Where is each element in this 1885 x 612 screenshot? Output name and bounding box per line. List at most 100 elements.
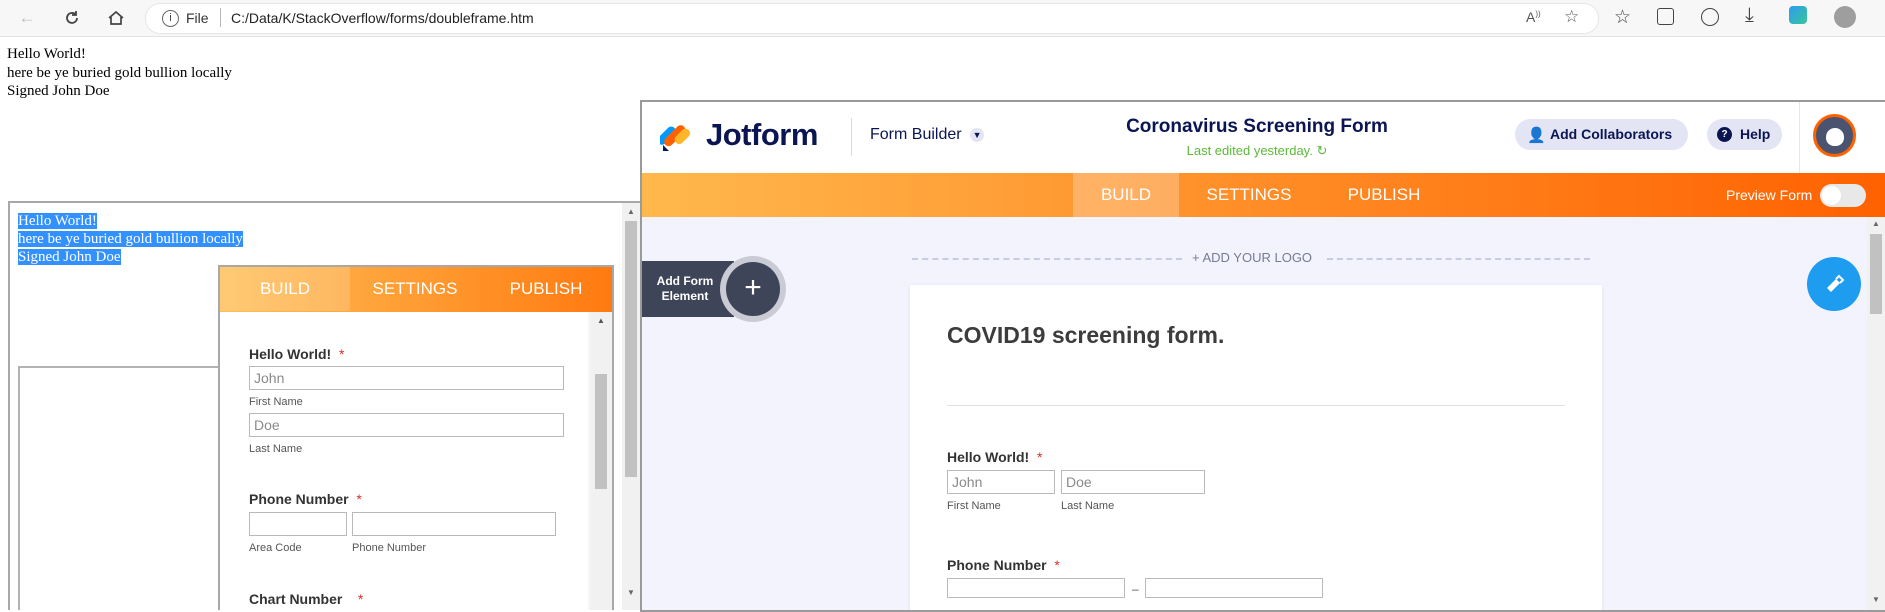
inner-chart-label: Chart Number *	[249, 591, 363, 607]
tab-publish[interactable]: PUBLISH	[1319, 173, 1449, 217]
page-line: Hello World!	[7, 46, 86, 62]
inner-scroll-thumb[interactable]	[595, 374, 607, 489]
browser-toolbar: ← i File C:/Data/K/StackOverflow/forms/d…	[0, 0, 1885, 37]
preview-form-toggle[interactable]	[1820, 184, 1866, 207]
file-label: File	[186, 10, 209, 26]
inner-phone-sublabel: Phone Number	[352, 542, 426, 554]
inner-phone-input[interactable]	[352, 512, 556, 536]
inner-area-code-sublabel: Area Code	[249, 542, 302, 554]
required-mark: *	[1054, 557, 1060, 573]
collections-icon[interactable]	[1657, 8, 1674, 25]
preview-form-label: Preview Form	[1726, 187, 1813, 203]
form-builder-dropdown[interactable]: Form Builder ▼	[870, 126, 985, 144]
required-mark: *	[356, 491, 362, 507]
inner-q1-label-text: Hello World!	[249, 346, 332, 362]
inner-last-name-sublabel: Last Name	[249, 443, 303, 455]
header-divider	[851, 118, 852, 156]
scroll-down-arrow-icon[interactable]: ▼	[1872, 595, 1880, 604]
form-title[interactable]: Coronavirus Screening Form	[1022, 116, 1492, 138]
jotform-logo-icon[interactable]	[657, 121, 694, 158]
inner-chart-label-text: Chart Number	[249, 591, 343, 607]
chevron-down-icon: ▼	[970, 128, 985, 142]
inner-tab-settings[interactable]: SETTINGS	[350, 267, 480, 311]
scroll-up-arrow-icon[interactable]: ▲	[597, 316, 605, 325]
phone-label[interactable]: Phone Number *	[947, 557, 1060, 573]
inner-scrollbar[interactable]: ▲	[590, 312, 612, 610]
phone-label-text: Phone Number	[947, 557, 1047, 573]
inner-tab-bar: BUILD SETTINGS PUBLISH	[220, 267, 612, 312]
inner-area-code-input[interactable]	[249, 512, 347, 536]
jotform-header: Jotform Form Builder ▼ Coronavirus Scree…	[642, 102, 1885, 174]
inner-last-name-input[interactable]: Doe	[249, 413, 564, 437]
page-line: here be ye buried gold bullion locally	[7, 64, 232, 81]
page-text: Hello World! here be ye buried gold bull…	[7, 45, 232, 101]
form-card: COVID19 screening form. Hello World! * J…	[910, 285, 1602, 610]
area-code-input[interactable]	[947, 578, 1125, 598]
back-icon[interactable]: ←	[14, 7, 40, 29]
outer-scrollbar[interactable]: ▲ ▼	[622, 203, 640, 610]
inner-first-name-sublabel: First Name	[249, 396, 303, 408]
tab-settings[interactable]: SETTINGS	[1179, 173, 1319, 217]
form-builder-label: Form Builder	[870, 126, 962, 143]
scroll-down-arrow-icon[interactable]: ▼	[627, 588, 635, 597]
form-heading[interactable]: COVID19 screening form.	[947, 322, 1224, 349]
toggle-knob	[1822, 186, 1841, 205]
address-bar[interactable]: i File C:/Data/K/StackOverflow/forms/dou…	[145, 3, 1599, 34]
inner-tab-publish[interactable]: PUBLISH	[480, 267, 612, 311]
selected-line: here be ye buried gold bullion locally	[18, 231, 243, 247]
logo-dashed-line	[1327, 258, 1590, 260]
empty-nested-frame	[18, 366, 232, 610]
add-logo-link[interactable]: + ADD YOUR LOGO	[1192, 250, 1312, 265]
last-name-input[interactable]: Doe	[1061, 470, 1205, 494]
history-icon[interactable]	[1701, 8, 1719, 26]
help-label: Help	[1740, 126, 1771, 142]
edge-icon[interactable]	[1789, 6, 1807, 24]
url-text[interactable]: C:/Data/K/StackOverflow/forms/doublefram…	[231, 10, 534, 26]
required-mark: *	[338, 346, 345, 362]
paint-roller-icon	[1827, 274, 1845, 292]
undo-icon[interactable]: ↻	[1316, 143, 1327, 158]
form-designer-button[interactable]	[1807, 257, 1861, 311]
logo-dashed-line	[912, 258, 1182, 260]
q1-label-text: Hello World!	[947, 449, 1030, 465]
phone-input[interactable]	[1145, 578, 1323, 598]
last-edited-text: Last edited yesterday.	[1186, 143, 1313, 158]
page-line: Signed John Doe	[7, 83, 110, 99]
plus-icon[interactable]: +	[726, 262, 780, 316]
required-mark: *	[1036, 449, 1043, 465]
first-name-sublabel: First Name	[947, 500, 1001, 512]
user-icon: 👤	[1527, 127, 1546, 144]
downloads-icon[interactable]: ⤓	[1745, 4, 1754, 27]
user-avatar[interactable]	[1813, 114, 1856, 157]
builder-nav: BUILD SETTINGS PUBLISH Preview Form	[642, 173, 1885, 217]
selected-line: Signed John Doe	[18, 249, 121, 265]
home-icon[interactable]	[103, 7, 129, 29]
inner-form-card: Hello World! * John First Name Doe Last …	[220, 312, 588, 610]
scroll-up-arrow-icon[interactable]: ▲	[627, 207, 635, 216]
outer-scroll-thumb[interactable]	[625, 221, 637, 477]
jotform-logo-text[interactable]: Jotform	[706, 117, 818, 153]
help-button[interactable]: ? Help	[1707, 119, 1782, 150]
outer-iframe: Hello World! here be ye buried gold bull…	[8, 201, 642, 610]
inner-q1-label: Hello World! *	[249, 346, 344, 362]
inner-phone-label-text: Phone Number	[249, 491, 349, 507]
first-name-input[interactable]: John	[947, 470, 1055, 494]
info-icon[interactable]: i	[162, 10, 179, 27]
add-collaborators-button[interactable]: 👤 Add Collaborators	[1515, 119, 1688, 150]
refresh-icon[interactable]	[59, 7, 85, 29]
q1-label[interactable]: Hello World! *	[947, 449, 1042, 465]
read-aloud-icon[interactable]: A))	[1526, 9, 1541, 25]
profile-avatar[interactable]	[1834, 6, 1856, 28]
scroll-up-arrow-icon[interactable]: ▲	[1872, 219, 1880, 228]
selected-line: Hello World!	[18, 213, 97, 229]
builder-scrollbar[interactable]: ▲ ▼	[1867, 217, 1885, 610]
last-edited: Last edited yesterday. ↻	[1022, 143, 1492, 159]
inner-tab-build[interactable]: BUILD	[220, 267, 350, 311]
builder-scroll-thumb[interactable]	[1870, 234, 1882, 314]
tab-build[interactable]: BUILD	[1073, 173, 1179, 217]
inner-first-name-input[interactable]: John	[249, 366, 564, 390]
favorites-icon[interactable]: ☆	[1614, 6, 1631, 29]
add-favorite-icon[interactable]: ☆	[1564, 7, 1579, 27]
selected-text: Hello World! here be ye buried gold bull…	[18, 212, 243, 266]
jotform-iframe: Jotform Form Builder ▼ Coronavirus Scree…	[640, 100, 1885, 612]
